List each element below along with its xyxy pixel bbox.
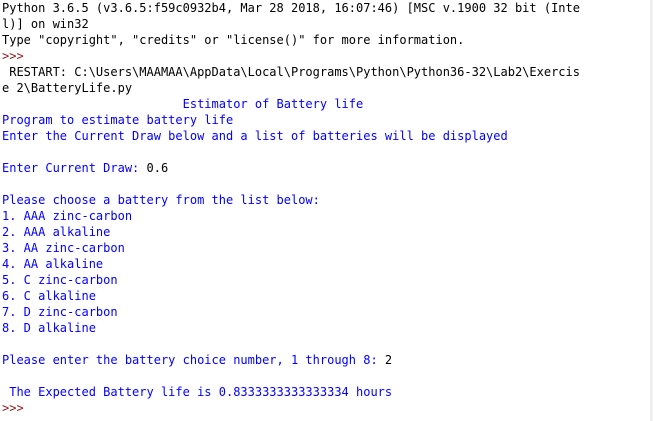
- shell-line: 8. D alkaline: [2, 320, 652, 336]
- shell-line: Please enter the battery choice number, …: [2, 352, 652, 368]
- shell-line: l)] on win32: [2, 16, 652, 32]
- shell-user-input: 0.6: [146, 161, 169, 175]
- shell-line-text: 8. D alkaline: [2, 321, 96, 335]
- shell-line-text: 7. D zinc-carbon: [2, 305, 118, 319]
- shell-line-text: Enter the Current Draw below and a list …: [2, 129, 508, 143]
- shell-line-text: Program to estimate battery life: [2, 113, 234, 127]
- shell-line-text: The Expected Battery life is 0.833333333…: [2, 385, 393, 399]
- shell-line: 4. AA alkaline: [2, 256, 652, 272]
- shell-line: Enter the Current Draw below and a list …: [2, 128, 652, 144]
- shell-line: >>>: [2, 400, 652, 416]
- shell-line: Estimator of Battery life: [2, 96, 652, 112]
- shell-line: [2, 176, 652, 192]
- shell-line: Enter Current Draw: 0.6: [2, 160, 652, 176]
- shell-line-text: Estimator of Battery life: [2, 97, 364, 111]
- shell-user-input: 2: [384, 353, 393, 367]
- shell-line-text: 5. C zinc-carbon: [2, 273, 118, 287]
- shell-line-text: Please enter the battery choice number, …: [2, 353, 385, 367]
- shell-line-text: 2. AAA alkaline: [2, 225, 111, 239]
- shell-line: [2, 336, 652, 352]
- shell-line-text: e 2\BatteryLife.py: [2, 81, 133, 95]
- shell-line-text: Enter Current Draw:: [2, 161, 147, 175]
- shell-line-text: RESTART: C:\Users\MAAMAA\AppData\Local\P…: [2, 65, 580, 79]
- shell-line: 6. C alkaline: [2, 288, 652, 304]
- shell-line: 2. AAA alkaline: [2, 224, 652, 240]
- python-shell-window[interactable]: Python 3.6.5 (v3.6.5:f59c0932b4, Mar 28 …: [0, 0, 653, 421]
- shell-line-text: 6. C alkaline: [2, 289, 96, 303]
- shell-line: 7. D zinc-carbon: [2, 304, 652, 320]
- shell-line-text: 3. AA zinc-carbon: [2, 241, 125, 255]
- shell-line: e 2\BatteryLife.py: [2, 80, 652, 96]
- shell-line: 5. C zinc-carbon: [2, 272, 652, 288]
- shell-line: 1. AAA zinc-carbon: [2, 208, 652, 224]
- shell-line-text: 4. AA alkaline: [2, 257, 104, 271]
- shell-line-text: Python 3.6.5 (v3.6.5:f59c0932b4, Mar 28 …: [2, 1, 580, 15]
- shell-line: Python 3.6.5 (v3.6.5:f59c0932b4, Mar 28 …: [2, 0, 652, 16]
- shell-line-text: Please choose a battery from the list be…: [2, 193, 320, 207]
- shell-line-text: Type "copyright", "credits" or "license(…: [2, 33, 465, 47]
- shell-line: RESTART: C:\Users\MAAMAA\AppData\Local\P…: [2, 64, 652, 80]
- shell-line-text: 1. AAA zinc-carbon: [2, 209, 133, 223]
- shell-prompt: >>>: [2, 401, 24, 415]
- shell-line: Type "copyright", "credits" or "license(…: [2, 32, 652, 48]
- shell-line-text: l)] on win32: [2, 17, 89, 31]
- shell-line: Please choose a battery from the list be…: [2, 192, 652, 208]
- shell-line: >>>: [2, 48, 652, 64]
- shell-line: [2, 144, 652, 160]
- shell-line: Program to estimate battery life: [2, 112, 652, 128]
- shell-line: 3. AA zinc-carbon: [2, 240, 652, 256]
- shell-line: The Expected Battery life is 0.833333333…: [2, 384, 652, 400]
- shell-line: [2, 368, 652, 384]
- shell-text-area[interactable]: Python 3.6.5 (v3.6.5:f59c0932b4, Mar 28 …: [2, 0, 652, 416]
- shell-prompt: >>>: [2, 49, 24, 63]
